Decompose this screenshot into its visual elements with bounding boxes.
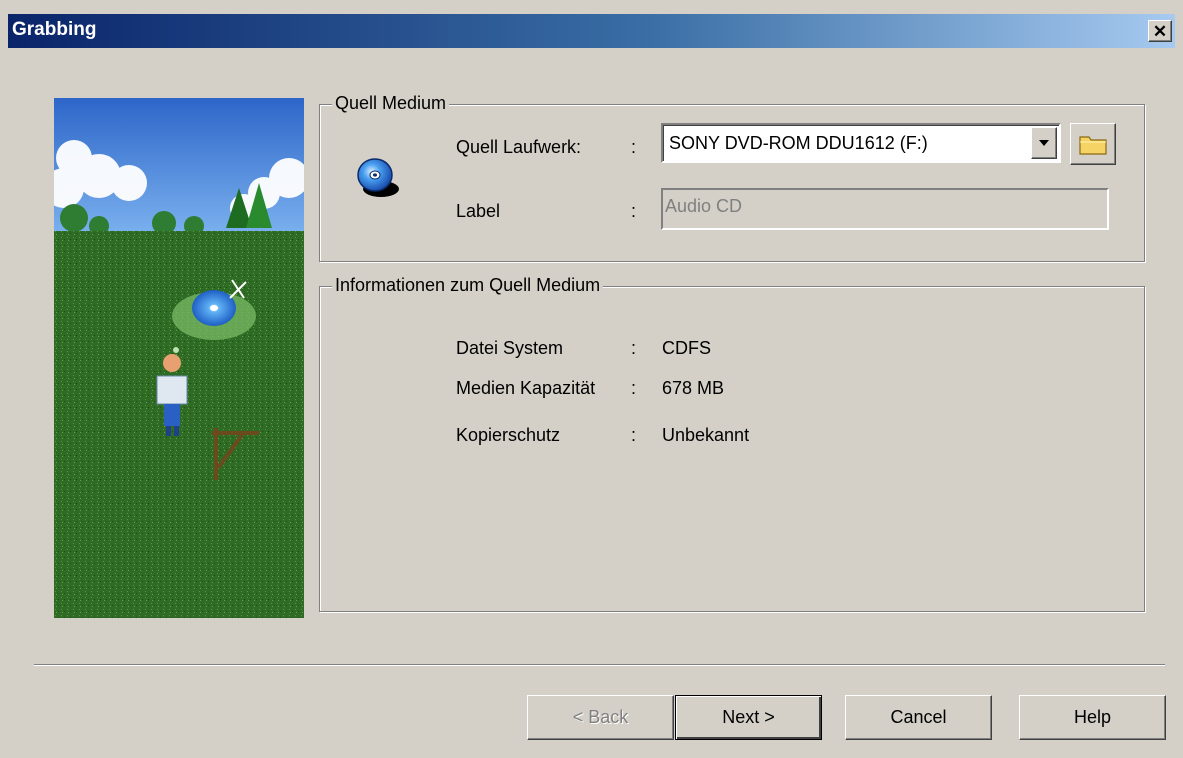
source-drive-label: Quell Laufwerk: <box>456 137 582 157</box>
chevron-down-icon[interactable] <box>1031 127 1057 159</box>
close-icon: ✕ <box>1152 21 1168 41</box>
file-system-colon: : <box>631 338 637 358</box>
label-field-colon: : <box>631 201 637 221</box>
label-field-label: Label <box>456 201 501 221</box>
source-drive-value: SONY DVD-ROM DDU1612 (F:) <box>669 133 928 153</box>
folder-icon <box>1079 136 1107 155</box>
window-title: Grabbing <box>12 19 97 40</box>
copy-protection-value: Unbekannt <box>662 425 750 445</box>
label-field[interactable]: Audio CD <box>661 188 1109 230</box>
title-bar[interactable]: Grabbing ✕ <box>8 14 1175 48</box>
cd-drive-icon <box>355 155 401 201</box>
cancel-button[interactable]: Cancel <box>845 695 992 740</box>
source-info-group: Informationen zum Quell Medium <box>319 275 1145 612</box>
source-drive-select[interactable]: SONY DVD-ROM DDU1612 (F:) <box>661 123 1061 163</box>
copy-protection-label: Kopierschutz <box>456 425 561 445</box>
help-button[interactable]: Help <box>1019 695 1166 740</box>
wizard-illustration <box>54 98 304 618</box>
next-button[interactable]: Next > <box>675 695 822 740</box>
source-info-legend: Informationen zum Quell Medium <box>332 275 604 296</box>
file-system-label: Datei System <box>456 338 564 358</box>
source-medium-legend: Quell Medium <box>332 93 450 114</box>
capacity-colon: : <box>631 378 637 398</box>
divider <box>34 664 1165 666</box>
copy-protection-colon: : <box>631 425 637 445</box>
back-button[interactable]: < Back <box>527 695 674 740</box>
source-drive-colon: : <box>631 137 637 157</box>
file-system-value: CDFS <box>662 338 711 358</box>
label-field-value: Audio CD <box>665 196 743 216</box>
browse-button[interactable] <box>1070 123 1116 165</box>
capacity-value: 678 MB <box>662 378 725 398</box>
grabbing-dialog: Grabbing ✕ Quell Medium Quell Laufwerk: … <box>0 0 1183 758</box>
capacity-label: Medien Kapazität <box>456 378 596 398</box>
close-button[interactable]: ✕ <box>1148 20 1172 42</box>
landscape-image <box>54 98 304 618</box>
